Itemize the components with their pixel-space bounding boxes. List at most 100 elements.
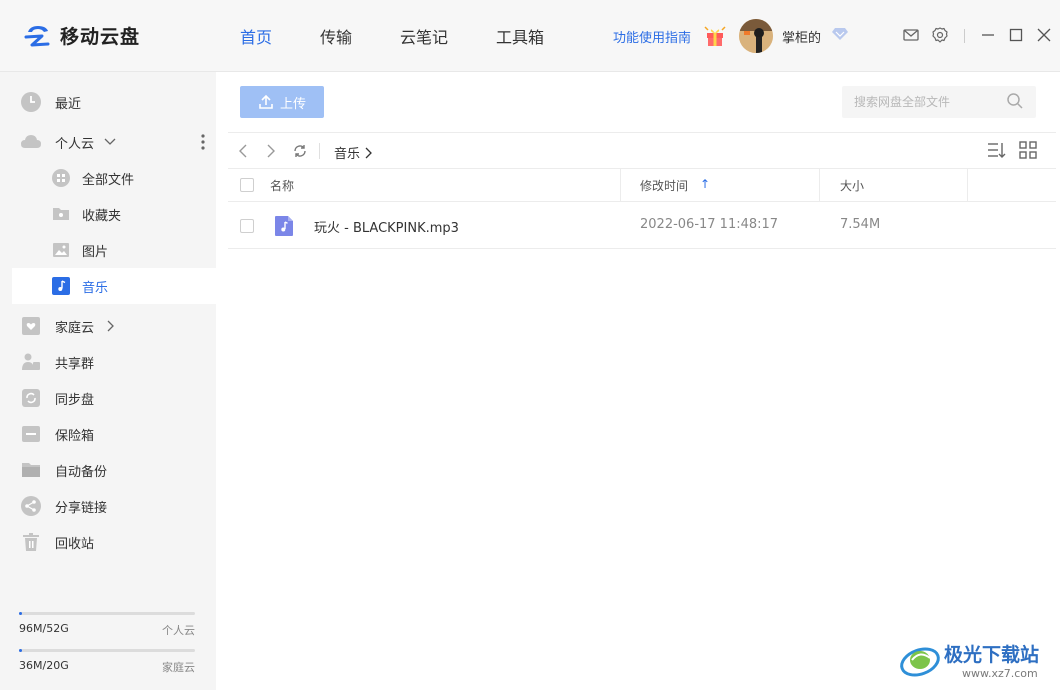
maximize-icon[interactable]	[1007, 26, 1025, 44]
watermark-logo: 极光下载站 www.xz7.com	[898, 636, 1054, 686]
sidebar-item-label: 回收站	[55, 536, 95, 552]
minimize-icon[interactable]	[979, 26, 997, 44]
sidebar-item-label: 最近	[55, 96, 82, 112]
sidebar-item-label: 分享链接	[55, 500, 108, 516]
sidebar-item-music[interactable]: 音乐	[12, 268, 216, 304]
sidebar-item-label: 全部文件	[82, 172, 135, 188]
more-options-icon[interactable]	[198, 133, 208, 151]
sidebar-item-share-group[interactable]: 共享群	[12, 344, 216, 380]
sidebar: 最近 个人云 全部文件 收藏夹 图片 音乐 家庭云 共享群 同步盘 保险箱 自动…	[0, 72, 216, 690]
share-icon	[21, 496, 41, 516]
back-icon[interactable]	[236, 143, 252, 159]
upload-button[interactable]: 上传	[240, 86, 324, 118]
sidebar-item-family-cloud[interactable]: 家庭云	[12, 308, 216, 344]
quota-used: 96M/52G	[19, 622, 69, 635]
sidebar-item-pictures[interactable]: 图片	[12, 232, 216, 268]
folder-icon	[22, 463, 40, 477]
sidebar-item-all-files[interactable]: 全部文件	[12, 160, 216, 196]
sidebar-item-share-links[interactable]: 分享链接	[12, 488, 216, 524]
sort-asc-icon[interactable]: ↑	[700, 177, 710, 191]
quota-progress-bar	[19, 649, 195, 652]
image-icon	[53, 243, 69, 257]
cloud-icon	[21, 135, 41, 148]
app-logo: 移动云盘	[24, 22, 140, 49]
gift-icon[interactable]	[702, 22, 728, 48]
username[interactable]: 掌柜的	[782, 27, 821, 46]
breadcrumb-current[interactable]: 音乐	[334, 143, 360, 162]
column-divider[interactable]	[819, 169, 820, 201]
search-icon[interactable]	[1006, 92, 1024, 110]
row-divider	[228, 248, 1056, 249]
forward-icon[interactable]	[262, 143, 278, 159]
quota-name: 个人云	[162, 624, 195, 637]
audio-file-icon	[275, 216, 293, 236]
row-checkbox[interactable]	[240, 219, 254, 233]
sort-list-icon[interactable]	[986, 140, 1006, 160]
quota-progress-fill	[19, 612, 22, 615]
breadcrumb[interactable]: 音乐	[334, 143, 372, 162]
upload-icon	[259, 94, 273, 109]
guide-link[interactable]: 功能使用指南	[613, 27, 691, 46]
sidebar-item-label: 个人云	[55, 136, 95, 152]
quota-name: 家庭云	[162, 661, 195, 674]
sidebar-item-auto-backup[interactable]: 自动备份	[12, 452, 216, 488]
file-modified: 2022-06-17 11:48:17	[640, 217, 779, 232]
grid-view-icon[interactable]	[1018, 140, 1038, 160]
column-divider[interactable]	[620, 169, 621, 201]
personal-cloud-quota: 96M/52G 个人云	[19, 612, 195, 637]
sync-icon	[22, 389, 40, 407]
sidebar-item-recent[interactable]: 最近	[12, 84, 216, 120]
family-cloud-quota: 36M/20G 家庭云	[19, 649, 195, 674]
sidebar-item-safe-box[interactable]: 保险箱	[12, 416, 216, 452]
sidebar-item-sync-disk[interactable]: 同步盘	[12, 380, 216, 416]
toolbar-divider	[228, 132, 1056, 133]
quota-used: 36M/20G	[19, 659, 69, 672]
column-header-size[interactable]: 大小	[840, 177, 864, 194]
cloud-logo-icon	[24, 25, 50, 46]
nav-transfer[interactable]: 传输	[320, 24, 352, 48]
avatar-image-icon	[739, 19, 773, 53]
column-header-name[interactable]: 名称	[270, 177, 294, 194]
file-name[interactable]: 玩火 - BLACKPINK.mp3	[314, 217, 459, 236]
sidebar-item-label: 图片	[82, 244, 109, 260]
refresh-icon[interactable]	[292, 143, 308, 159]
nav-toolbox[interactable]: 工具箱	[496, 24, 544, 48]
mail-icon[interactable]	[902, 26, 920, 44]
watermark-swirl-icon	[900, 647, 940, 677]
breadcrumb-divider	[319, 143, 320, 159]
sidebar-item-favorites[interactable]: 收藏夹	[12, 196, 216, 232]
settings-gear-icon[interactable]	[931, 26, 949, 44]
chevron-right-icon[interactable]	[106, 320, 114, 332]
folder-star-icon	[53, 208, 69, 220]
table-header-top-border	[228, 168, 1056, 169]
heart-home-icon	[22, 317, 40, 335]
nav-home[interactable]: 首页	[240, 24, 272, 48]
quota-progress-fill	[19, 649, 22, 652]
sidebar-item-label: 收藏夹	[82, 208, 122, 224]
app-title: 移动云盘	[60, 26, 141, 48]
upload-label: 上传	[279, 96, 306, 112]
avatar[interactable]	[739, 19, 773, 53]
sidebar-item-personal-cloud[interactable]: 个人云	[12, 124, 216, 160]
file-size: 7.54M	[840, 217, 881, 232]
vip-diamond-icon[interactable]	[832, 27, 848, 41]
group-icon	[22, 353, 40, 370]
trash-icon	[23, 533, 39, 551]
column-header-modified[interactable]: 修改时间	[640, 177, 688, 194]
column-divider[interactable]	[967, 169, 968, 201]
sidebar-item-label: 同步盘	[55, 392, 95, 408]
sidebar-item-label: 音乐	[82, 280, 109, 296]
main-nav: 首页 传输 云笔记 工具箱	[240, 24, 592, 48]
title-bar: 移动云盘 首页 传输 云笔记 工具箱 功能使用指南 掌柜的	[0, 0, 1060, 72]
nav-cloud-notes[interactable]: 云笔记	[400, 24, 448, 48]
music-note-icon	[52, 277, 70, 295]
sidebar-item-label: 保险箱	[55, 428, 95, 444]
select-all-checkbox[interactable]	[240, 178, 254, 192]
close-icon[interactable]	[1035, 26, 1053, 44]
watermark-text: 极光下载站	[944, 644, 1040, 666]
safe-box-icon	[22, 426, 40, 442]
window-controls-separator	[964, 29, 965, 43]
watermark-url: www.xz7.com	[962, 667, 1038, 680]
sidebar-item-recycle-bin[interactable]: 回收站	[12, 524, 216, 560]
chevron-down-icon[interactable]	[104, 137, 116, 147]
